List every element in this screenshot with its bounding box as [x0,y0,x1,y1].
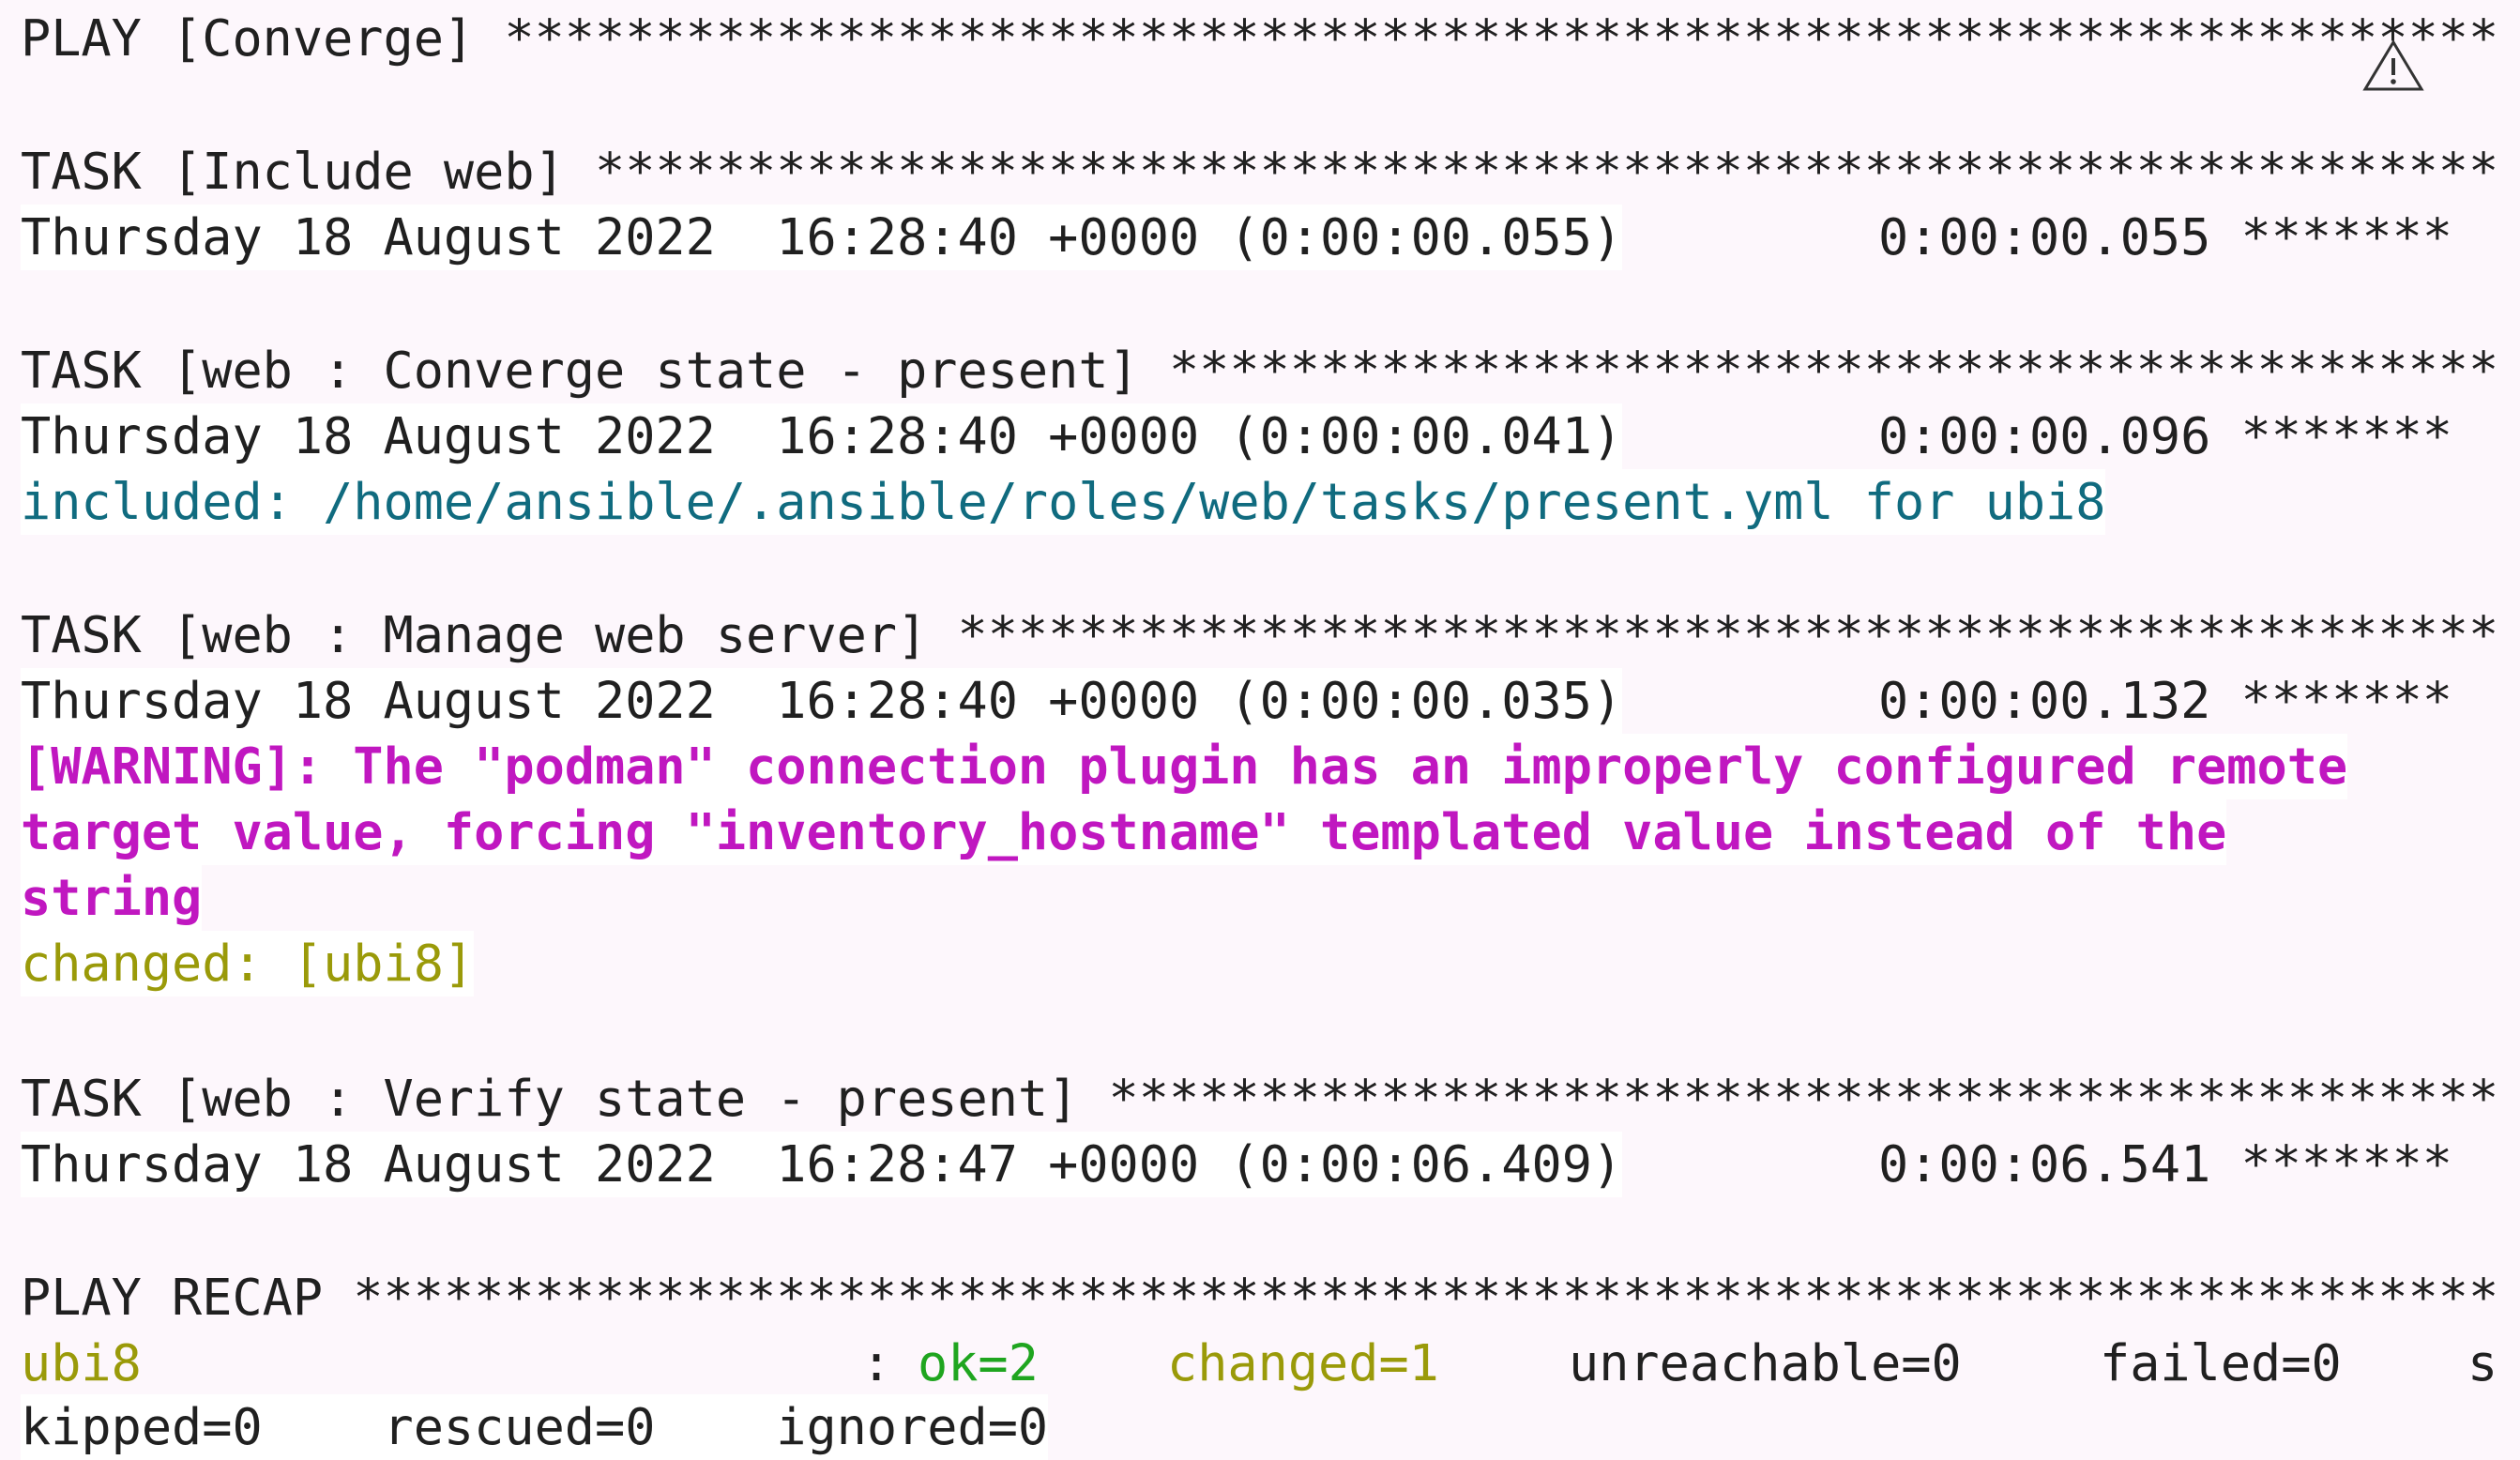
play-header: PLAY [Converge] ************************… [21,8,2499,68]
recap-line-continued: kipped=0 rescued=0 ignored=0 [21,1394,1049,1460]
elapsed-total: 0:00:00.096 ******* [1878,406,2452,465]
play-recap-header: PLAY RECAP *****************************… [21,1268,2499,1327]
recap-skipped-wrap: s [2467,1333,2498,1392]
warning-triangle-icon [2362,39,2424,91]
recap-host: ubi8 [21,1333,142,1392]
recap-ok: ok=2 [918,1333,1039,1392]
recap-unreachable: unreachable=0 [1569,1333,1962,1392]
task-converge-state: TASK [web : Converge state - present] **… [21,341,2499,400]
elapsed-total: 0:00:00.132 ******* [1878,671,2452,730]
task-verify-state: TASK [web : Verify state - present] ****… [21,1069,2499,1128]
recap-colon: : [861,1333,892,1392]
warning-line: target value, forcing "inventory_hostnam… [21,799,2227,865]
task-manage-web: TASK [web : Manage web server] *********… [21,605,2499,664]
elapsed-total: 0:00:00.055 ******* [1878,207,2452,266]
elapsed-total: 0:00:06.541 ******* [1878,1134,2452,1194]
timestamp-line: Thursday 18 August 2022 16:28:40 +0000 (… [21,668,1623,734]
task-include-web: TASK [Include web] *********************… [21,142,2499,201]
included-line: included: /home/ansible/.ansible/roles/w… [21,469,2106,535]
warning-line: string [21,865,203,931]
timestamp-line: Thursday 18 August 2022 16:28:47 +0000 (… [21,1132,1623,1197]
timestamp-line: Thursday 18 August 2022 16:28:40 +0000 (… [21,403,1623,469]
timestamp-line: Thursday 18 August 2022 16:28:40 +0000 (… [21,205,1623,270]
recap-changed: changed=1 [1167,1333,1439,1392]
terminal-output: PLAY [Converge] ************************… [0,0,2520,1460]
warning-line: [WARNING]: The "podman" connection plugi… [21,734,2348,799]
recap-failed: failed=0 [2100,1333,2342,1392]
changed-line: changed: [ubi8] [21,931,475,996]
